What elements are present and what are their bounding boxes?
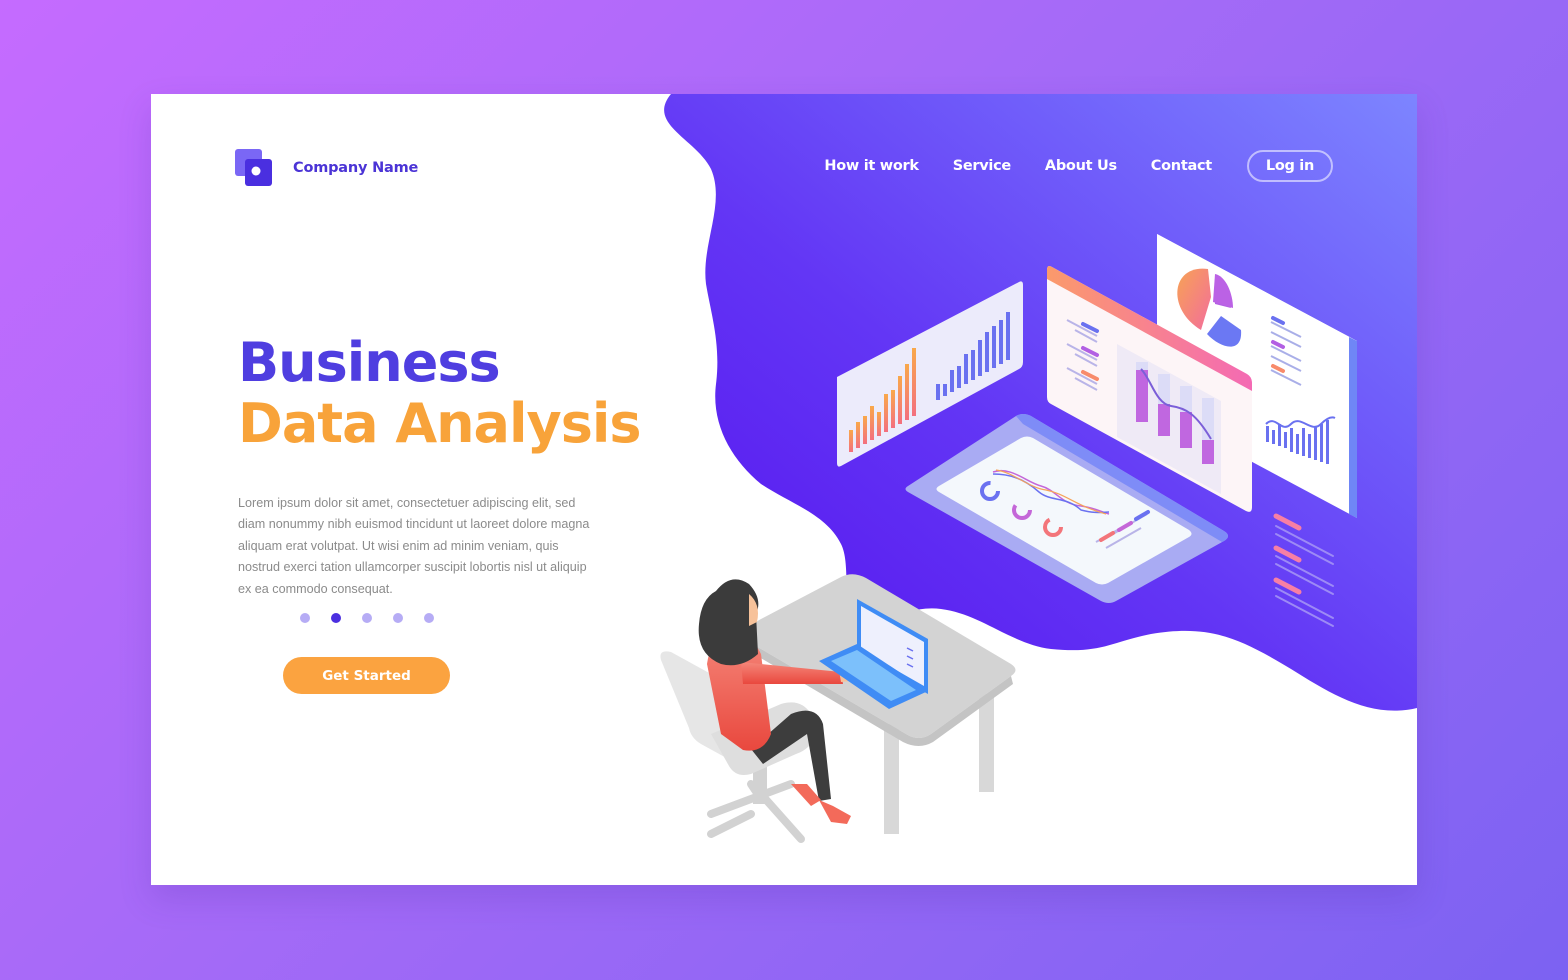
hero-title-line2: Data Analysis — [238, 392, 641, 455]
carousel-dot[interactable] — [362, 613, 372, 623]
carousel-dots — [300, 613, 434, 623]
company-name: Company Name — [293, 160, 419, 176]
get-started-button[interactable]: Get Started — [283, 657, 450, 694]
nav-service[interactable]: Service — [953, 158, 1011, 174]
hero-title: Business Data Analysis — [238, 332, 641, 454]
logo-icon — [235, 149, 273, 187]
nav-how-it-work[interactable]: How it work — [824, 158, 919, 174]
landing-page-card: Company Name How it work Service About U… — [151, 94, 1417, 885]
hero-title-line1: Business — [238, 331, 501, 394]
hero-blob-background — [664, 94, 1417, 711]
carousel-dot[interactable] — [424, 613, 434, 623]
carousel-dot-active[interactable] — [331, 613, 341, 623]
carousel-dot[interactable] — [300, 613, 310, 623]
main-nav: How it work Service About Us Contact Log… — [824, 150, 1333, 182]
login-button[interactable]: Log in — [1246, 150, 1333, 182]
nav-contact[interactable]: Contact — [1151, 158, 1212, 174]
brand-logo[interactable]: Company Name — [235, 149, 418, 187]
nav-about-us[interactable]: About Us — [1045, 158, 1117, 174]
carousel-dot[interactable] — [393, 613, 403, 623]
hero-description: Lorem ipsum dolor sit amet, consectetuer… — [238, 495, 590, 596]
